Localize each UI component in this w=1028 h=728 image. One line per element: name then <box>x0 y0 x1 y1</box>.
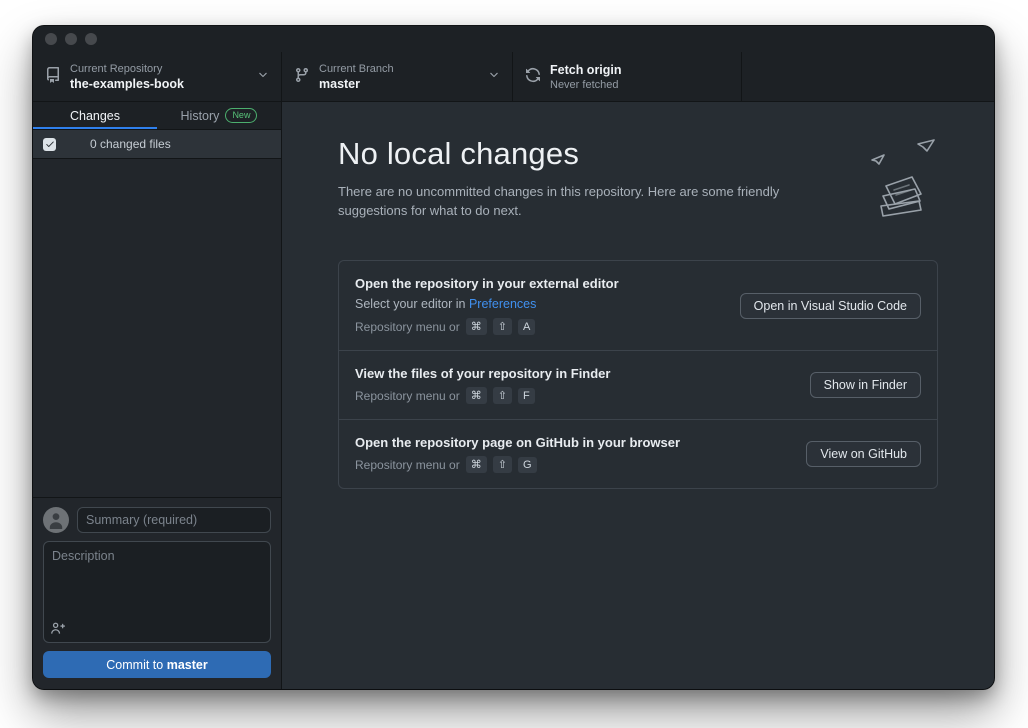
shift-key: ⇧ <box>493 318 512 335</box>
suggestion-shortcut: Repository menu or ⌘ ⇧ F <box>355 387 610 404</box>
sidebar: Changes History New 0 changed files <box>33 102 282 689</box>
current-branch-selector[interactable]: Current Branch master <box>282 52 513 101</box>
page-title: No local changes <box>338 136 838 172</box>
open-in-editor-button[interactable]: Open in Visual Studio Code <box>740 293 921 319</box>
window-titlebar <box>33 26 994 52</box>
sync-icon <box>525 67 541 86</box>
main-content: No local changes There are no uncommitte… <box>282 102 994 689</box>
current-repository-label: Current Repository <box>70 63 184 75</box>
sidebar-tabs: Changes History New <box>33 102 281 130</box>
shift-key: ⇧ <box>493 387 512 404</box>
letter-key: G <box>518 457 537 473</box>
tab-changes-label: Changes <box>70 109 120 123</box>
commit-button[interactable]: Commit to master <box>43 651 271 678</box>
preferences-link[interactable]: Preferences <box>469 297 536 311</box>
current-branch-value: master <box>319 77 394 91</box>
suggestion-title: Open the repository in your external edi… <box>355 276 619 291</box>
suggestion-show-in-finder: View the files of your repository in Fin… <box>339 351 937 419</box>
suggestion-subtitle: Select your editor in Preferences <box>355 297 619 311</box>
avatar <box>43 507 69 533</box>
page-subtitle: There are no uncommitted changes in this… <box>338 183 838 221</box>
chevron-down-icon <box>257 69 269 84</box>
description-field <box>43 541 271 643</box>
suggestions-card: Open the repository in your external edi… <box>338 260 938 489</box>
changed-files-count: 0 changed files <box>90 137 171 151</box>
summary-input[interactable] <box>77 507 271 533</box>
view-on-github-button[interactable]: View on GitHub <box>806 441 921 467</box>
tab-history-label: History <box>181 109 220 123</box>
fetch-origin-button[interactable]: Fetch origin Never fetched <box>513 52 742 101</box>
zoom-button[interactable] <box>85 33 97 45</box>
current-branch-label: Current Branch <box>319 63 394 75</box>
tab-changes[interactable]: Changes <box>33 102 157 129</box>
suggestion-shortcut: Repository menu or ⌘ ⇧ G <box>355 456 680 473</box>
suggestion-title: View the files of your repository in Fin… <box>355 366 610 381</box>
tab-history[interactable]: History New <box>157 102 281 129</box>
github-desktop-window: Current Repository the-examples-book Cur… <box>33 26 994 689</box>
new-badge: New <box>225 108 257 123</box>
minimize-button[interactable] <box>65 33 77 45</box>
suggestion-open-editor: Open the repository in your external edi… <box>339 261 937 350</box>
changed-files-header: 0 changed files <box>33 130 281 159</box>
changes-list <box>33 159 281 497</box>
add-coauthor-button[interactable] <box>50 621 65 636</box>
close-button[interactable] <box>45 33 57 45</box>
fetch-origin-label: Fetch origin <box>550 63 622 77</box>
toolbar: Current Repository the-examples-book Cur… <box>33 52 994 102</box>
description-textarea[interactable] <box>43 541 271 643</box>
chevron-down-icon <box>488 69 500 84</box>
check-icon <box>45 139 55 149</box>
fetch-origin-status: Never fetched <box>550 79 622 91</box>
current-repository-value: the-examples-book <box>70 77 184 91</box>
suggestion-shortcut: Repository menu or ⌘ ⇧ A <box>355 318 619 335</box>
command-key: ⌘ <box>466 318 487 335</box>
suggestion-title: Open the repository page on GitHub in yo… <box>355 435 680 450</box>
shift-key: ⇧ <box>493 456 512 473</box>
paper-planes-illustration <box>842 138 938 222</box>
show-in-finder-button[interactable]: Show in Finder <box>810 372 921 398</box>
suggestion-view-on-github: Open the repository page on GitHub in yo… <box>339 420 937 488</box>
current-repository-selector[interactable]: Current Repository the-examples-book <box>33 52 282 101</box>
command-key: ⌘ <box>466 456 487 473</box>
letter-key: A <box>518 319 535 335</box>
repo-book-icon <box>45 67 61 86</box>
git-branch-icon <box>294 67 310 86</box>
commit-form: Commit to master <box>33 497 281 689</box>
select-all-checkbox[interactable] <box>43 138 56 151</box>
person-add-icon <box>50 621 65 636</box>
command-key: ⌘ <box>466 387 487 404</box>
letter-key: F <box>518 388 535 404</box>
toolbar-spacer <box>742 52 994 101</box>
